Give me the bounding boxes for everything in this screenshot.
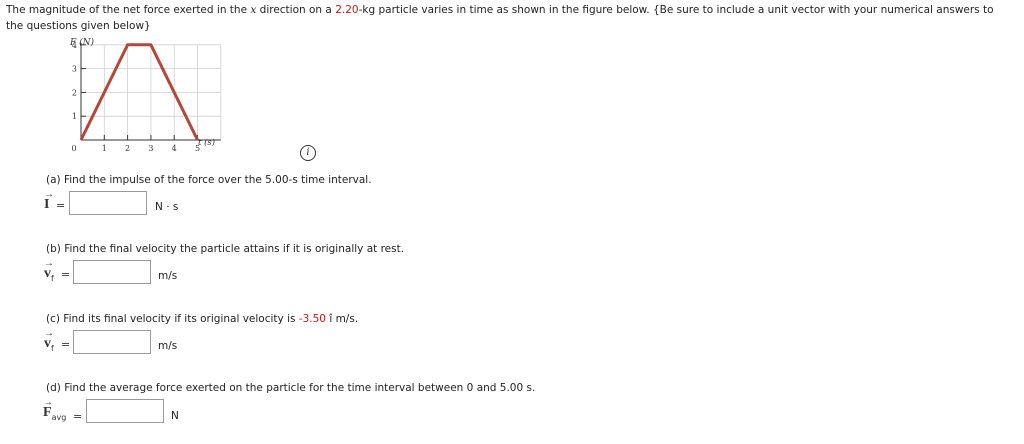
problem-statement: The magnitude of the net force exerted i… [6,2,1011,34]
intro-text-1: The magnitude of the net force exerted i… [6,4,251,16]
y-tick-label: 1 [72,112,77,121]
question-a: (a) Find the impulse of the force over t… [46,174,372,186]
x-tick-label: 4 [172,144,177,153]
average-force-input[interactable] [86,399,164,423]
chart-grid [81,44,222,140]
velocity-unit-c: m/s [158,340,178,352]
impulse-unit: N · s [155,201,179,213]
equals-sign-c: = [61,338,71,351]
y-tick-label: 2 [72,88,77,97]
question-b: (b) Find the final velocity the particle… [46,243,405,255]
vector-arrow-icon: → [44,189,54,200]
final-velocity-input-c[interactable] [73,330,151,354]
x-tick-label: 1 [102,144,107,153]
question-c: (c) Find its final velocity if its origi… [46,313,359,325]
x-tick-label: 0 [71,144,76,153]
x-tick-label: 3 [148,144,153,153]
equals-sign-b: = [61,268,71,281]
vector-arrow-icon: → [43,397,53,408]
velocity-unit-b: m/s [158,270,178,282]
final-velocity-symbol-c: → vf [44,328,54,353]
original-velocity-value: -3.50 [298,313,326,325]
mass-value: 2.20 [335,4,359,16]
y-tick-label: 3 [72,65,77,74]
force-time-chart: 0 1 2 3 4 51234 F (N) t (s) [69,37,222,153]
impulse-symbol: → I [44,189,54,212]
intro-text-2: direction on a [256,4,336,16]
impulse-input[interactable] [69,191,147,215]
y-axis-label: F (N) [69,37,94,48]
x-axis-label: t (s) [198,137,215,148]
average-force-symbol: → Favg [43,397,67,422]
x-tick-label: 2 [125,144,130,153]
final-velocity-symbol-b: → vf [44,258,54,283]
equals-sign-a: = [56,199,66,212]
info-icon[interactable]: i [300,145,316,161]
equals-sign-d: = [73,410,83,423]
vector-arrow-icon: → [44,258,54,269]
chart-ticks: 0 1 2 3 4 51234 [71,41,200,153]
question-d: (d) Find the average force exerted on th… [46,382,536,394]
force-unit: N [171,410,179,422]
vector-arrow-icon: → [44,328,54,339]
final-velocity-input-b[interactable] [73,260,151,284]
